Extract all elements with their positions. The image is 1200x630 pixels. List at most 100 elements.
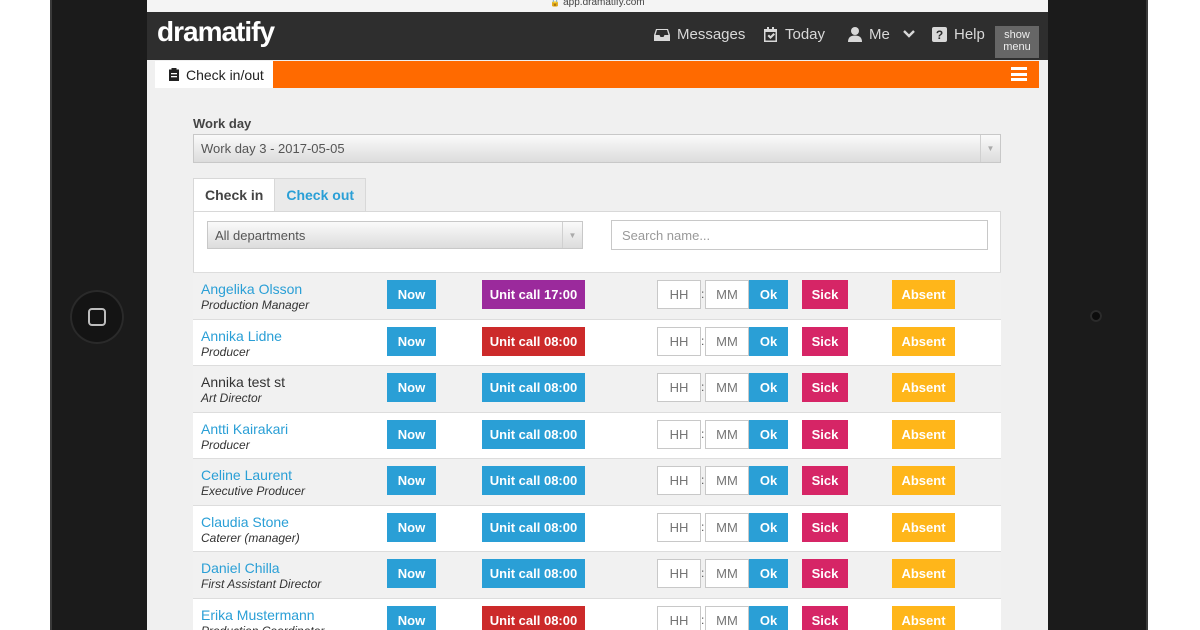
absent-button[interactable]: Absent [892, 559, 955, 588]
absent-button[interactable]: Absent [892, 373, 955, 402]
absent-button[interactable]: Absent [892, 512, 955, 542]
ok-button[interactable]: Ok [749, 373, 788, 402]
nav-today[interactable]: Today [763, 22, 825, 46]
tablet-home-button [70, 290, 124, 344]
minute-input[interactable] [705, 280, 749, 309]
sick-button[interactable]: Sick [802, 605, 848, 630]
tab-check-out[interactable]: Check out [275, 178, 367, 212]
sick-button[interactable]: Sick [802, 419, 848, 449]
unit-call-button[interactable]: Unit call 08:00 [482, 373, 585, 402]
hour-input[interactable] [657, 559, 701, 588]
absent-button[interactable]: Absent [892, 466, 955, 495]
unit-call-button[interactable]: Unit call 08:00 [482, 326, 585, 356]
person-name[interactable]: Antti Kairakari [201, 421, 288, 437]
browser-url-bar[interactable]: 🔒 app.dramatify.com [147, 0, 1048, 12]
now-button[interactable]: Now [387, 605, 436, 630]
hour-input[interactable] [657, 373, 701, 402]
person-name[interactable]: Angelika Olsson [201, 281, 302, 297]
unit-call-button[interactable]: Unit call 08:00 [482, 419, 585, 449]
sick-button[interactable]: Sick [802, 559, 848, 588]
minute-input[interactable] [705, 559, 749, 588]
person-role: Art Director [201, 391, 262, 405]
hour-input[interactable] [657, 605, 701, 630]
absent-button[interactable]: Absent [892, 605, 955, 630]
unit-call-button[interactable]: Unit call 08:00 [482, 512, 585, 542]
person-name[interactable]: Claudia Stone [201, 514, 289, 530]
sick-button[interactable]: Sick [802, 512, 848, 542]
help-icon: ? [932, 26, 947, 42]
minute-input[interactable] [705, 605, 749, 630]
work-day-label: Work day [193, 116, 252, 131]
hour-input[interactable] [657, 419, 701, 449]
nav-messages[interactable]: Messages [654, 22, 745, 46]
tablet-camera [1090, 310, 1102, 322]
table-row: Antti Kairakari Producer Now Unit call 0… [193, 411, 1001, 458]
person-name[interactable]: Daniel Chilla [201, 560, 280, 576]
minute-input[interactable] [705, 419, 749, 449]
nav-today-label: Today [785, 25, 826, 43]
now-button[interactable]: Now [387, 466, 436, 495]
show-menu-button[interactable]: show menu [995, 26, 1039, 58]
time-separator: : [701, 473, 705, 487]
now-button[interactable]: Now [387, 326, 436, 356]
unit-call-button[interactable]: Unit call 08:00 [482, 466, 585, 495]
lock-icon: 🔒 [550, 0, 561, 7]
tab-check-in[interactable]: Check in [193, 178, 276, 212]
sick-button[interactable]: Sick [802, 373, 848, 402]
person-name[interactable]: Annika test st [201, 374, 285, 390]
person-role: Executive Producer [201, 484, 306, 498]
department-select[interactable]: All departments ▼ [207, 221, 583, 249]
person-name[interactable]: Celine Laurent [201, 467, 292, 483]
work-day-select[interactable]: Work day 3 - 2017-05-05 ▼ [193, 134, 1001, 163]
sick-button[interactable]: Sick [802, 326, 848, 356]
minute-input[interactable] [705, 466, 749, 495]
hour-input[interactable] [657, 326, 701, 356]
app-logo[interactable]: dramatify [157, 16, 275, 48]
hamburger-menu-icon[interactable] [1011, 67, 1027, 81]
table-row: Daniel Chilla First Assistant Director N… [193, 551, 1001, 598]
now-button[interactable]: Now [387, 373, 436, 402]
dropdown-arrow-icon: ▼ [562, 222, 582, 248]
absent-button[interactable]: Absent [892, 419, 955, 449]
section-bar: Check in/out [155, 61, 1039, 88]
now-button[interactable]: Now [387, 512, 436, 542]
person-role: Production Coordinator [201, 624, 324, 630]
clipboard-icon [169, 68, 179, 81]
ok-button[interactable]: Ok [749, 419, 788, 449]
sick-button[interactable]: Sick [802, 466, 848, 495]
table-row: Angelika Olsson Production Manager Now U… [193, 272, 1001, 319]
filter-panel: All departments ▼ [193, 211, 1001, 272]
ok-button[interactable]: Ok [749, 512, 788, 542]
person-role: Producer [201, 344, 250, 359]
hour-input[interactable] [657, 466, 701, 495]
ok-button[interactable]: Ok [749, 466, 788, 495]
absent-button[interactable]: Absent [892, 326, 955, 356]
now-button[interactable]: Now [387, 280, 436, 309]
nav-help[interactable]: ? Help [932, 22, 985, 46]
now-button[interactable]: Now [387, 559, 436, 588]
person-name[interactable]: Erika Mustermann [201, 607, 315, 623]
minute-input[interactable] [705, 373, 749, 402]
now-button[interactable]: Now [387, 419, 436, 449]
chevron-down-icon [902, 30, 915, 38]
sick-button[interactable]: Sick [802, 280, 848, 309]
unit-call-button[interactable]: Unit call 17:00 [482, 280, 585, 309]
nav-me[interactable]: Me [848, 22, 915, 46]
time-separator: : [701, 519, 705, 534]
unit-call-button[interactable]: Unit call 08:00 [482, 605, 585, 630]
minute-input[interactable] [705, 512, 749, 542]
ok-button[interactable]: Ok [749, 559, 788, 588]
person-name[interactable]: Annika Lidne [201, 328, 282, 344]
ok-button[interactable]: Ok [749, 326, 788, 356]
hour-input[interactable] [657, 512, 701, 542]
minute-input[interactable] [705, 326, 749, 356]
ok-button[interactable]: Ok [749, 280, 788, 309]
hour-input[interactable] [657, 280, 701, 309]
unit-call-button[interactable]: Unit call 08:00 [482, 559, 585, 588]
nav-help-label: Help [954, 25, 985, 43]
absent-button[interactable]: Absent [892, 280, 955, 309]
show-menu-label-2: menu [1003, 41, 1031, 53]
search-input[interactable] [611, 220, 988, 250]
tab-check-in-out[interactable]: Check in/out [155, 61, 273, 88]
ok-button[interactable]: Ok [749, 605, 788, 630]
